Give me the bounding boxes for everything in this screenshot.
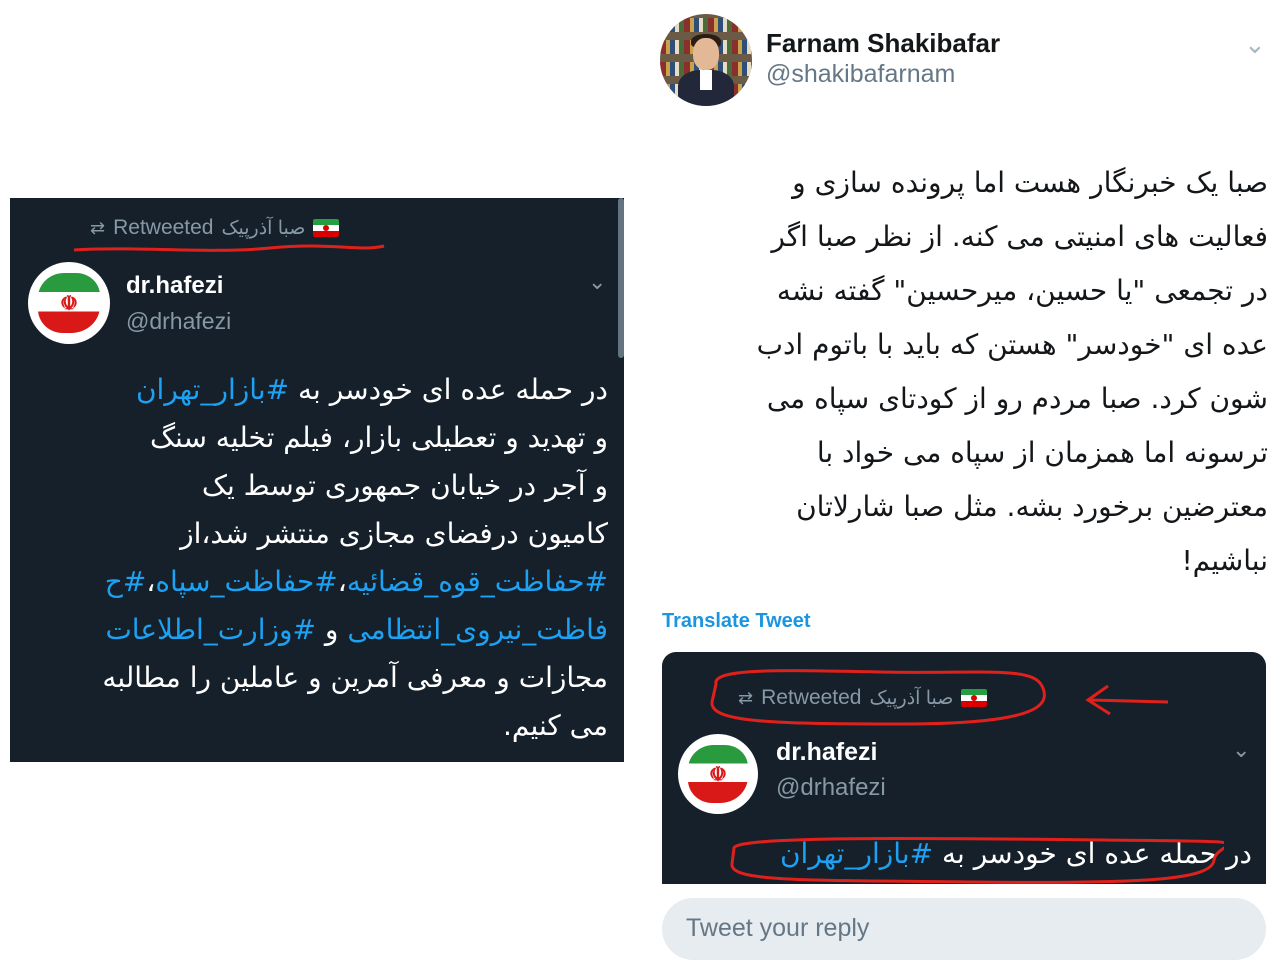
embedded-screenshot: ⇄ Retweeted صبا آذرپیک ☫ dr.hafezi @drha… [662, 652, 1266, 884]
chevron-down-icon[interactable]: ⌄ [1244, 30, 1266, 60]
avatar[interactable]: ☫ [28, 262, 110, 344]
main-tweet-screenshot: Farnam Shakibafar @shakibafarnam ⌄ صبا ی… [640, 0, 1280, 960]
author-handle[interactable]: @drhafezi [126, 308, 231, 335]
tweet-line: ترسونه اما همزمان از سپاه می خواد با [816, 436, 1268, 469]
hashtag-link[interactable]: #حفاظت_قوه_قضائیه [347, 565, 608, 598]
retweet-icon: ⇄ [738, 688, 754, 708]
tweet-text: می کنیم. [503, 709, 608, 742]
hashtag-link[interactable]: #بازار_تهران [136, 373, 289, 406]
chevron-down-icon[interactable]: ⌄ [1232, 738, 1250, 763]
avatar[interactable] [660, 14, 752, 106]
tweet-line: مجازات و معرفی آمرین و عاملین را مطالبه [28, 654, 608, 702]
tweet-text: و تهدید و تعطیلی بازار، فیلم تخلیه سنگ [149, 421, 608, 454]
translate-tweet-link[interactable]: Translate Tweet [662, 610, 811, 633]
tweet-text: و [315, 613, 348, 646]
retweet-icon: ⇄ [90, 218, 106, 238]
chevron-down-icon[interactable]: ⌄ [588, 270, 606, 295]
emblem-icon: ☫ [709, 762, 727, 786]
scrollbar-thumb[interactable] [618, 198, 624, 358]
reply-placeholder: Tweet your reply [686, 914, 870, 942]
tweet-text: مجازات و معرفی آمرین و عاملین را مطالبه [102, 661, 608, 694]
tweet-line: و تهدید و تعطیلی بازار، فیلم تخلیه سنگ [28, 414, 608, 462]
tweet-reply-input[interactable]: Tweet your reply [662, 898, 1266, 960]
tweet-line: و آجر در خیابان جمهوری توسط یک [28, 462, 608, 510]
hashtag-link[interactable]: #حفاظت_سپاه [155, 565, 337, 598]
iran-flag-icon [313, 219, 340, 237]
retweeter-name[interactable]: صبا آذرپیک [222, 217, 306, 240]
tweet-text: و آجر در خیابان جمهوری توسط یک [201, 469, 608, 502]
tweet-text: ، [337, 565, 347, 598]
tweet-line: عده ای "خودسر" هستن که باید با باتوم ادب [756, 328, 1268, 361]
tweet-line: صبا یک خبرنگار هست اما پرونده سازی و [792, 166, 1268, 199]
tweet-line: می کنیم. [28, 702, 608, 750]
author-name[interactable]: Farnam Shakibafar [766, 28, 1000, 59]
retweeter-name[interactable]: صبا آذرپیک [870, 687, 954, 710]
hashtag-link[interactable]: #وزارت_اطلاعات [105, 613, 316, 646]
author-name[interactable]: dr.hafezi [126, 272, 223, 300]
tweet-text: کامیون درفضای مجازی منتشر شد،از [180, 517, 608, 550]
retweet-context-row: ⇄ Retweeted صبا آذرپیک [738, 686, 988, 710]
hashtag-link[interactable]: فاظت_نیروی_انتظامی [347, 613, 608, 646]
avatar[interactable]: ☫ [678, 734, 758, 814]
retweet-context-row: ⇄ Retweeted صبا آذرپیک [90, 216, 340, 240]
tweet-line: فاظت_نیروی_انتظامی و #وزارت_اطلاعات [28, 606, 608, 654]
tweet-line: فعالیت های امنیتی می کنه. از نظر صبا اگر [771, 220, 1268, 253]
tweet-line: نباشیم! [1181, 544, 1268, 577]
tweet-body: در حمله عده ای خودسر به #بازار_تهران و ته… [28, 366, 608, 750]
tweet-line: شون کرد. صبا مردم رو از کودتای سپاه می [766, 382, 1268, 415]
tweet-text: در حمله عده ای خودسر به [289, 373, 608, 406]
hashtag-link[interactable]: #ح [105, 565, 147, 598]
author-name[interactable]: dr.hafezi [776, 738, 877, 767]
iran-flag-icon [961, 689, 988, 707]
tweet-body: صبا یک خبرنگار هست اما پرونده سازی و فعا… [680, 156, 1268, 588]
retweet-label: Retweeted [761, 686, 862, 709]
tweet-line: در تجمعی "یا حسین، میرحسین" گفته نشه [776, 274, 1268, 307]
tweet-line: معترضین برخورد بشه. مثل صبا شارلاتان [796, 490, 1268, 523]
tweet-text: در حمله عده ای خودسر به [933, 837, 1252, 870]
tweet-line: کامیون درفضای مجازی منتشر شد،از [28, 510, 608, 558]
tweet-line: در حمله عده ای خودسر به #بازار_تهران [28, 366, 608, 414]
tweet-body: در حمله عده ای خودسر به #بازار_تهران [682, 834, 1252, 874]
hashtag-link[interactable]: #بازار_تهران [780, 837, 933, 870]
author-handle[interactable]: @drhafezi [776, 774, 886, 802]
tweet-line: #حفاظت_قوه_قضائیه،#حفاظت_سپاه،#ح [28, 558, 608, 606]
author-handle[interactable]: @shakibafarnam [766, 60, 955, 89]
emblem-icon: ☫ [60, 291, 78, 315]
retweet-label: Retweeted [113, 216, 214, 239]
left-retweet-screenshot: ⇄ Retweeted صبا آذرپیک ☫ dr.hafezi @drha… [10, 198, 624, 762]
